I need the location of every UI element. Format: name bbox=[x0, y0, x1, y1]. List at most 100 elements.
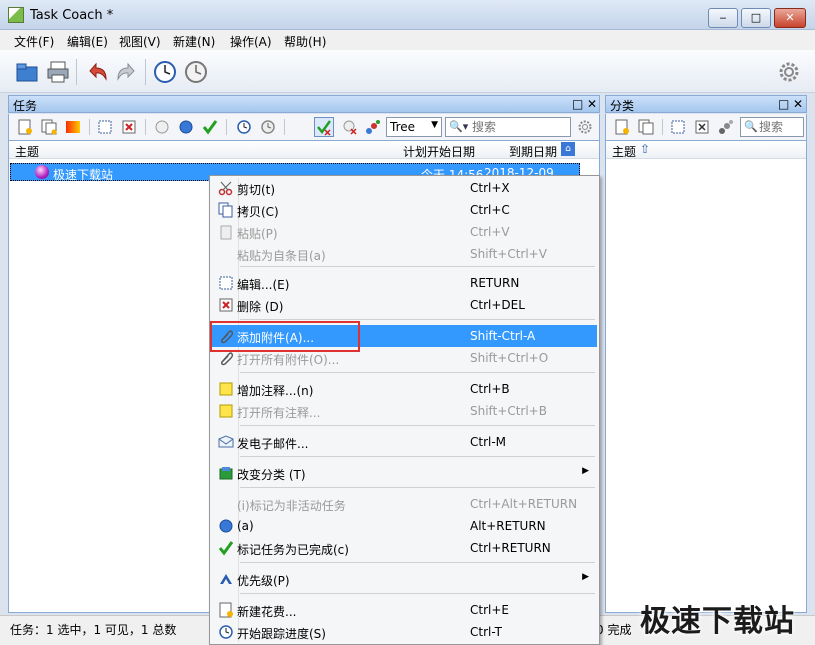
tasks-pane-close-icon[interactable]: ✕ bbox=[587, 96, 597, 112]
filter-icon[interactable] bbox=[718, 119, 734, 135]
column-subject[interactable]: 主题 bbox=[612, 143, 636, 160]
context-menu-item[interactable]: 打开所有注释... Shift+Ctrl+B bbox=[212, 400, 597, 422]
window-title: Task Coach * bbox=[30, 8, 114, 23]
new-task-icon[interactable] bbox=[17, 119, 33, 135]
context-menu-item[interactable]: 拷贝(C) Ctrl+C bbox=[212, 199, 597, 221]
main-toolbar bbox=[0, 50, 815, 93]
priority-icon bbox=[218, 571, 234, 587]
context-menu-item[interactable]: 改变分类 (T) ▶ bbox=[212, 462, 597, 484]
categories-pane-close-icon[interactable]: ✕ bbox=[793, 96, 803, 112]
menu-separator bbox=[240, 266, 595, 267]
column-due-date[interactable]: 到期日期 bbox=[509, 143, 557, 160]
menu-file[interactable]: 文件(F) bbox=[14, 33, 54, 50]
context-menu-item-shortcut: Ctrl-M bbox=[470, 435, 507, 449]
menu-actions[interactable]: 操作(A) bbox=[230, 33, 272, 50]
categories-pane-float-icon[interactable]: □ bbox=[778, 96, 789, 112]
view-mode-select[interactable]: Tree ▼ bbox=[386, 117, 442, 137]
context-menu-item[interactable]: 标记任务为已完成(c) Ctrl+RETURN bbox=[212, 537, 597, 559]
sort-ascending-icon[interactable]: ⌂ bbox=[561, 142, 575, 156]
toolbar-separator bbox=[76, 59, 77, 85]
menu-edit[interactable]: 编辑(E) bbox=[67, 33, 108, 50]
context-menu-item[interactable]: 新建花费... Ctrl+E bbox=[212, 599, 597, 621]
context-menu-item[interactable]: 剪切(t) Ctrl+X bbox=[212, 177, 597, 199]
context-menu-item[interactable]: 优先级(P) ▶ bbox=[212, 568, 597, 590]
menu-new[interactable]: 新建(N) bbox=[173, 33, 215, 50]
context-menu-item[interactable]: 删除 (D) Ctrl+DEL bbox=[212, 294, 597, 316]
minimize-button[interactable]: ‒ bbox=[708, 8, 738, 28]
print-icon[interactable] bbox=[45, 59, 71, 85]
stop-tracking-icon[interactable] bbox=[260, 119, 276, 135]
watermark: 极速下载站 bbox=[640, 604, 795, 639]
edit-category-icon[interactable] bbox=[670, 119, 686, 135]
context-menu-item-label: 粘贴为自条目(a) bbox=[237, 249, 326, 263]
toolbar-separator bbox=[145, 119, 146, 135]
new-subtask-icon[interactable] bbox=[41, 119, 57, 135]
mark-completed-icon[interactable] bbox=[202, 119, 218, 135]
task-subject: 极速下载站 bbox=[53, 168, 114, 182]
context-menu-item-label: 打开所有附件(O)... bbox=[237, 353, 340, 367]
context-menu: 剪切(t) Ctrl+X 拷贝(C) Ctrl+C 粘贴(P) Ctrl+V 粘贴为自条目(… bbox=[209, 175, 600, 645]
categories-search-box[interactable]: 🔍 bbox=[740, 117, 804, 137]
hide-inactive-tasks-icon[interactable] bbox=[342, 119, 358, 135]
context-menu-item-shortcut: Ctrl+X bbox=[470, 181, 510, 195]
context-menu-item[interactable]: 增加注释...(n) Ctrl+B bbox=[212, 378, 597, 400]
search-icon: 🔍 bbox=[744, 120, 758, 133]
color-gradient-icon[interactable] bbox=[65, 119, 81, 135]
context-menu-item-label: 新建花费... bbox=[237, 605, 297, 619]
sort-ascending-icon[interactable]: ⇧ bbox=[640, 142, 650, 156]
menu-help[interactable]: 帮助(H) bbox=[284, 33, 326, 50]
context-menu-item-label: 拷贝(C) bbox=[237, 205, 279, 219]
stop-tracking-clock-icon[interactable] bbox=[183, 59, 209, 85]
column-planned-start[interactable]: 计划开始日期 bbox=[403, 143, 475, 160]
menu-separator bbox=[240, 425, 595, 426]
search-settings-gear-icon[interactable] bbox=[577, 119, 593, 135]
redo-icon[interactable] bbox=[114, 59, 140, 85]
delete-task-icon[interactable] bbox=[121, 119, 137, 135]
context-menu-item-shortcut: Shift+Ctrl+O bbox=[470, 351, 549, 365]
open-folder-icon[interactable] bbox=[14, 59, 40, 85]
submenu-arrow-icon: ▶ bbox=[582, 466, 589, 476]
mark-active-icon[interactable] bbox=[178, 119, 194, 135]
context-menu-item-shortcut: Shift-Ctrl-A bbox=[470, 329, 536, 343]
close-button[interactable]: ✕ bbox=[774, 8, 806, 28]
context-menu-item[interactable]: 编辑...(E) RETURN bbox=[212, 272, 597, 294]
context-menu-item-label: 打开所有注释... bbox=[237, 406, 321, 420]
categories-list[interactable]: 主题 ⇧ bbox=[605, 140, 807, 613]
context-menu-item[interactable]: 开始跟踪进度(S) Ctrl-T bbox=[212, 621, 597, 643]
mark-inactive-icon[interactable] bbox=[154, 119, 170, 135]
context-menu-item[interactable]: 粘贴(P) Ctrl+V bbox=[212, 221, 597, 243]
categories-search-input[interactable] bbox=[759, 120, 799, 134]
new-category-icon[interactable] bbox=[614, 119, 630, 135]
menu-view[interactable]: 视图(V) bbox=[119, 33, 161, 50]
settings-gear-icon[interactable] bbox=[776, 59, 802, 85]
delete-category-icon[interactable] bbox=[694, 119, 710, 135]
context-menu-item-shortcut: Alt+RETURN bbox=[470, 519, 546, 533]
menu-separator bbox=[240, 372, 595, 373]
context-menu-item[interactable]: (i)标记为非活动任务 Ctrl+Alt+RETURN bbox=[212, 493, 597, 515]
context-menu-item-shortcut: RETURN bbox=[470, 276, 520, 290]
new-subcategory-icon[interactable] bbox=[638, 119, 654, 135]
tasks-pane-float-icon[interactable]: □ bbox=[572, 96, 583, 112]
undo-icon[interactable] bbox=[84, 59, 110, 85]
start-tracking-icon[interactable] bbox=[236, 119, 252, 135]
edit-task-icon[interactable] bbox=[97, 119, 113, 135]
filter-icon[interactable] bbox=[365, 119, 381, 135]
menu-separator bbox=[240, 562, 595, 563]
context-menu-item[interactable]: (a) Alt+RETURN bbox=[212, 515, 597, 537]
maximize-button[interactable]: □ bbox=[741, 8, 771, 28]
context-menu-item-label: 粘贴(P) bbox=[237, 227, 278, 241]
context-menu-item-label: (a) bbox=[237, 519, 254, 533]
column-subject[interactable]: 主题 bbox=[15, 143, 39, 160]
hide-completed-tasks-icon[interactable] bbox=[314, 117, 334, 137]
copy-icon bbox=[218, 202, 234, 218]
start-tracking-clock-icon[interactable] bbox=[152, 59, 178, 85]
tasks-search-box[interactable]: 🔍▾ bbox=[445, 117, 571, 137]
context-menu-item[interactable]: 发电子邮件... Ctrl-M bbox=[212, 431, 597, 453]
context-menu-item[interactable]: 粘贴为自条目(a) Shift+Ctrl+V bbox=[212, 243, 597, 265]
context-menu-item-label: 删除 (D) bbox=[237, 300, 284, 314]
status-left: 任务：1 选中，1 可见，1 总数 bbox=[10, 623, 177, 637]
context-menu-item-label: (i)标记为非活动任务 bbox=[237, 499, 346, 513]
tasks-search-input[interactable] bbox=[472, 120, 552, 134]
context-menu-item-shortcut: Shift+Ctrl+V bbox=[470, 247, 547, 261]
checkmark-icon bbox=[218, 540, 234, 556]
